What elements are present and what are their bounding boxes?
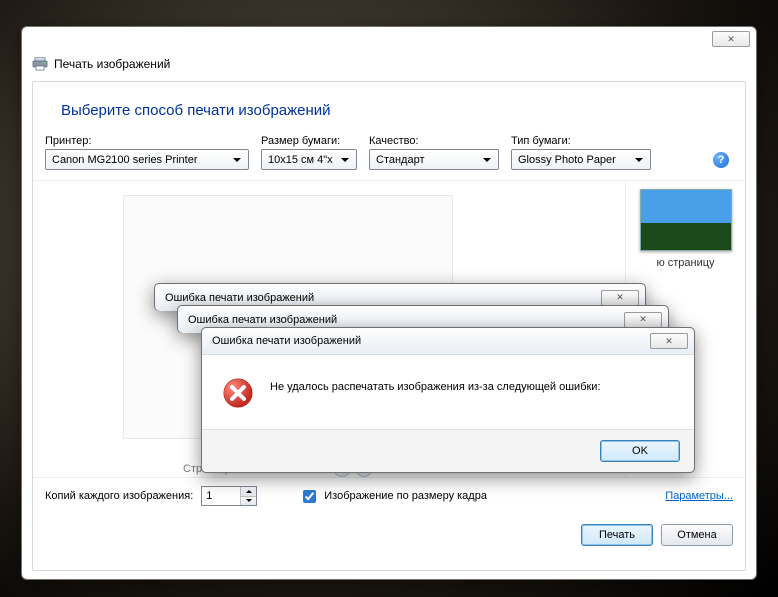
layout-thumbnail[interactable] — [640, 189, 732, 251]
copies-down-button[interactable] — [241, 497, 256, 506]
error-title: Ошибка печати изображений — [212, 335, 361, 347]
options-row: Принтер: Canon MG2100 series Printer Раз… — [33, 135, 745, 181]
parameters-link[interactable]: Параметры... — [665, 490, 733, 502]
error-dialog: Ошибка печати изображений ✕ Не удалось р… — [201, 327, 695, 473]
error-ok-button[interactable]: OK — [600, 440, 680, 462]
paper-type-label: Тип бумаги: — [511, 135, 651, 147]
copies-input[interactable] — [202, 487, 240, 505]
chevron-down-icon — [229, 152, 244, 167]
error-close-button[interactable]: ✕ — [650, 333, 688, 349]
paper-size-value: 10x15 см 4"x — [268, 154, 333, 166]
page-heading: Выберите способ печати изображений — [61, 102, 745, 119]
layout-thumbnail-label: ю страницу — [656, 257, 714, 269]
help-icon[interactable]: ? — [713, 152, 729, 168]
chevron-down-icon — [479, 152, 494, 167]
error-icon — [222, 377, 254, 409]
quality-label: Качество: — [369, 135, 499, 147]
fit-frame-checkbox[interactable] — [303, 490, 316, 503]
copies-up-button[interactable] — [241, 487, 256, 497]
quality-value: Стандарт — [376, 154, 425, 166]
printer-icon — [32, 57, 48, 71]
print-button[interactable]: Печать — [581, 524, 653, 546]
cancel-button[interactable]: Отмена — [661, 524, 733, 546]
paper-size-combo[interactable]: 10x15 см 4"x — [261, 149, 357, 170]
app-title: Печать изображений — [54, 57, 170, 71]
printer-combo[interactable]: Canon MG2100 series Printer — [45, 149, 249, 170]
footer-row: Копий каждого изображения: Изображение п… — [33, 477, 745, 514]
paper-type-combo[interactable]: Glossy Photo Paper — [511, 149, 651, 170]
printer-value: Canon MG2100 series Printer — [52, 154, 198, 166]
paper-size-label: Размер бумаги: — [261, 135, 357, 147]
copies-spinner[interactable] — [201, 486, 257, 506]
copies-label: Копий каждого изображения: — [45, 490, 193, 502]
chevron-down-icon — [631, 152, 646, 167]
chevron-down-icon — [337, 152, 352, 167]
fit-frame-label: Изображение по размеру кадра — [324, 490, 487, 502]
window-titlebar: ✕ — [22, 27, 756, 51]
error-title: Ошибка печати изображений — [165, 292, 314, 304]
paper-type-value: Glossy Photo Paper — [518, 154, 616, 166]
printer-label: Принтер: — [45, 135, 249, 147]
quality-combo[interactable]: Стандарт — [369, 149, 499, 170]
error-close-button[interactable]: ✕ — [624, 312, 662, 328]
app-title-row: Печать изображений — [32, 53, 746, 81]
error-message: Не удалось распечатать изображения из-за… — [270, 377, 601, 393]
window-close-button[interactable]: ✕ — [712, 31, 750, 47]
error-close-button[interactable]: ✕ — [601, 290, 639, 306]
error-title: Ошибка печати изображений — [188, 314, 337, 326]
